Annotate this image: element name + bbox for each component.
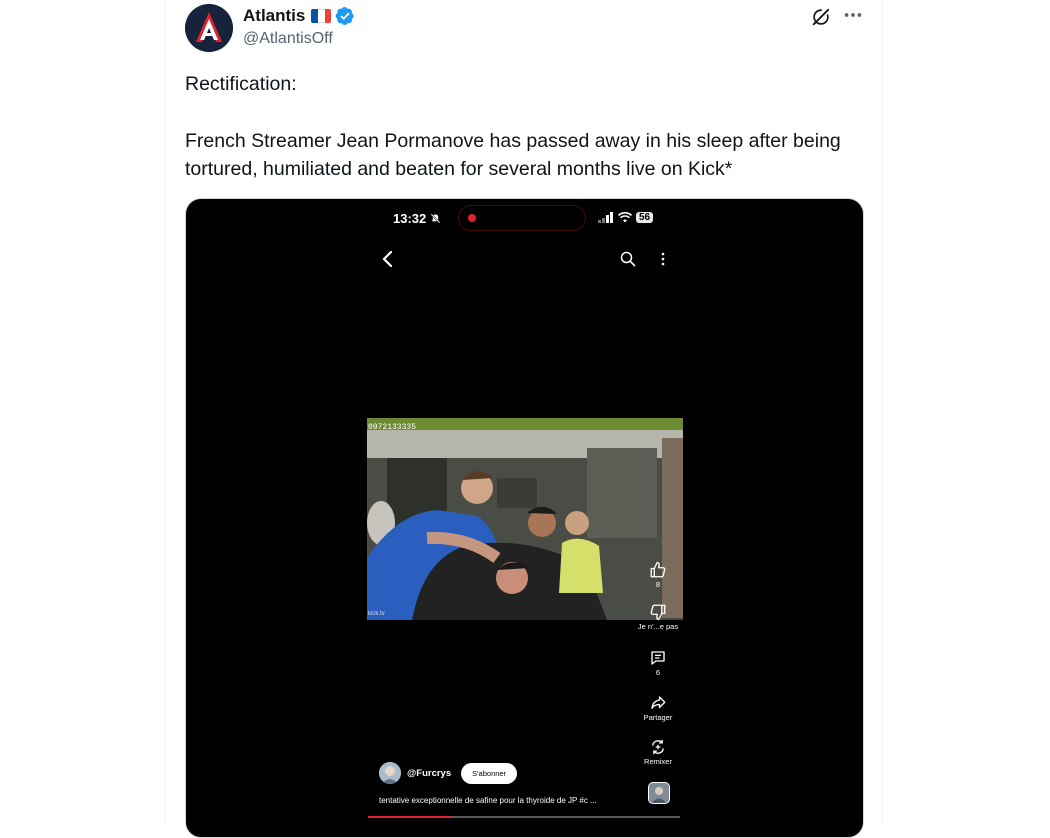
video-progress-bar[interactable] [368, 816, 680, 818]
back-icon[interactable] [380, 249, 396, 269]
like-count: 8 [655, 580, 661, 589]
tweet-text: Rectification: French Streamer Jean Porm… [185, 70, 855, 183]
search-icon[interactable] [620, 251, 636, 267]
like-action[interactable]: 8 [636, 561, 680, 589]
author-name[interactable]: Atlantis [243, 6, 305, 26]
avatar-logo [185, 4, 233, 52]
kebab-menu-icon[interactable] [660, 251, 666, 267]
signal-icon [598, 212, 613, 223]
wifi-icon [618, 212, 632, 223]
france-flag-icon [311, 9, 332, 23]
recording-indicator [468, 214, 476, 222]
remix-icon [652, 739, 664, 755]
tweet-text-line-1: Rectification: [185, 73, 297, 95]
dynamic-island [458, 205, 586, 231]
more-options-icon[interactable] [842, 4, 864, 26]
subscribe-button[interactable]: S'abonner [461, 762, 518, 784]
status-time-text: 13:32 [393, 211, 427, 226]
channel-row: @Furcrys S'abonner [379, 762, 518, 784]
comment-icon [651, 651, 665, 665]
remix-action[interactable]: Remixer [636, 738, 680, 766]
livestream-video-frame[interactable]: 0972133335 kick.tv [367, 418, 683, 620]
thumbs-up-icon [650, 561, 666, 578]
author-avatar[interactable] [185, 4, 233, 52]
share-label: Partager [643, 713, 673, 722]
verified-badge-icon[interactable] [335, 6, 355, 26]
sound-thumbnail-image [649, 783, 669, 803]
video-caption[interactable]: tentative exceptionnelle de safine pour … [379, 796, 597, 805]
sound-thumbnail[interactable] [648, 782, 670, 804]
video-watermark: kick.tv [368, 611, 385, 617]
status-icons: 56 [598, 212, 654, 223]
dislike-label: Je n'...e pas [637, 622, 679, 631]
video-scene-image [367, 418, 683, 620]
grok-icon[interactable] [810, 6, 832, 28]
share-action[interactable]: Partager [636, 694, 680, 722]
status-time: 13:32 [393, 211, 441, 226]
thumbs-down-icon [650, 604, 666, 621]
author-handle[interactable]: @AtlantisOff [243, 30, 333, 48]
author-name-row: Atlantis [243, 6, 355, 26]
video-progress-fill [368, 816, 453, 818]
comments-action[interactable]: 6 [636, 649, 680, 677]
video-media[interactable]: 13:32 56 0972133335 kick.tv 8 Je n'...e … [185, 198, 864, 838]
share-icon [651, 696, 666, 709]
phone-screen-recording: 13:32 56 0972133335 kick.tv 8 Je n'...e … [366, 199, 686, 837]
remix-label: Remixer [644, 757, 672, 766]
channel-name[interactable]: @Furcrys [407, 768, 451, 779]
channel-avatar-image [379, 762, 401, 784]
tweet-column: Atlantis @AtlantisOff Rectification: Fre… [164, 0, 883, 838]
video-id-overlay: 0972133335 [368, 423, 417, 432]
muted-bell-icon [430, 213, 441, 224]
channel-avatar[interactable] [379, 762, 401, 784]
battery-level: 56 [636, 212, 654, 223]
tweet-text-line-2: French Streamer Jean Pormanove has passe… [185, 130, 841, 180]
dislike-action[interactable]: Je n'...e pas [636, 603, 680, 631]
comment-count: 6 [655, 668, 661, 677]
